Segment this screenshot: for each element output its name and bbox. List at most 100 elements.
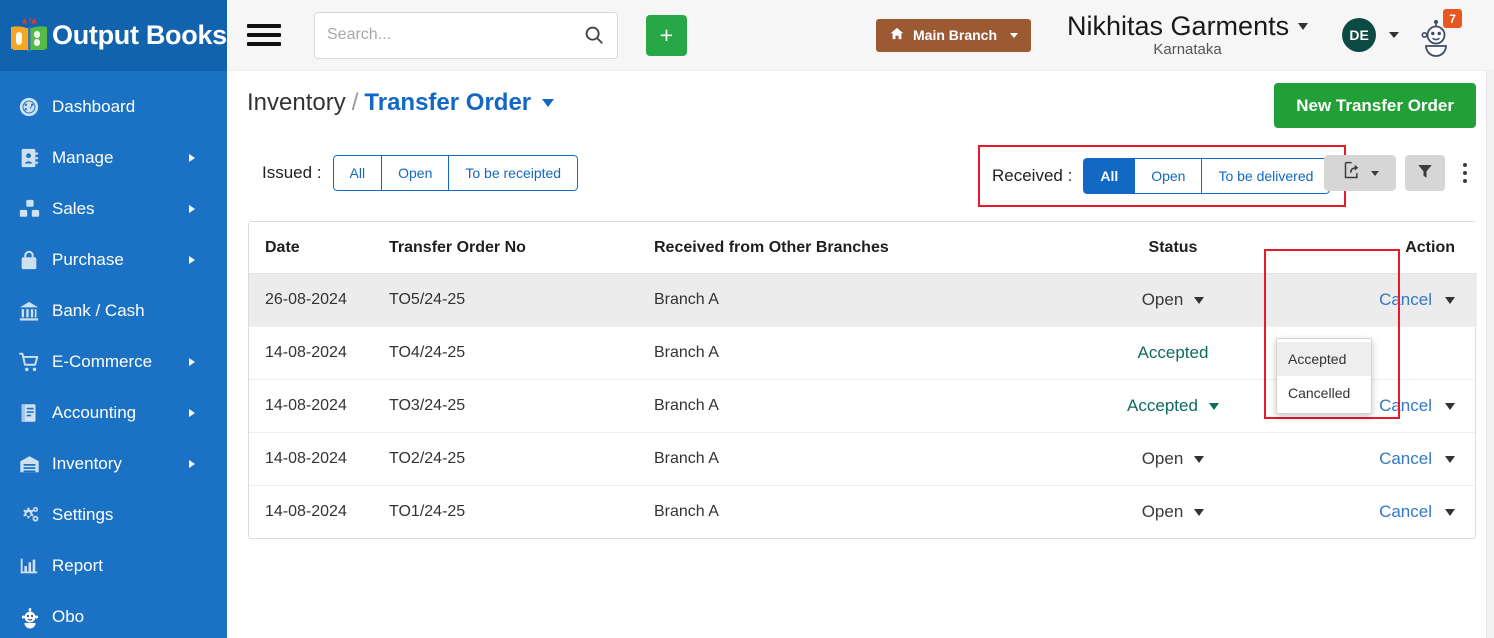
action-dropdown-toggle[interactable]	[1445, 455, 1455, 463]
cell-status: Accepted	[1064, 326, 1282, 380]
cell-order-no: TO5/24-25	[389, 273, 654, 327]
cancel-link[interactable]: Cancel	[1379, 449, 1432, 469]
hamburger-icon[interactable]	[247, 24, 281, 46]
avatar[interactable]: DE	[1342, 18, 1377, 52]
status-option-accepted[interactable]: Accepted	[1277, 342, 1371, 376]
cancel-link[interactable]: Cancel	[1379, 502, 1432, 522]
table-row[interactable]: 14-08-2024 TO2/24-25 Branch A Open Cance…	[249, 432, 1477, 486]
status-value: Accepted	[1127, 396, 1198, 415]
issued-filter-open[interactable]: Open	[381, 155, 449, 191]
sidebar-item-obo[interactable]: Obo	[0, 591, 227, 638]
brand-header[interactable]: Output Books	[0, 0, 227, 71]
status-dropdown-toggle[interactable]	[1194, 296, 1205, 304]
status-option-cancelled[interactable]: Cancelled	[1277, 376, 1371, 410]
sidebar-item-dashboard[interactable]: Dashboard	[0, 81, 227, 132]
branch-selector-button[interactable]: Main Branch	[876, 18, 1032, 52]
chevron-right-icon	[189, 357, 195, 366]
breadcrumb-parent[interactable]: Inventory	[247, 89, 346, 117]
table-row[interactable]: 26-08-2024 TO5/24-25 Branch A Open Cance…	[249, 273, 1477, 327]
filters-bar: Issued : All Open To be receipted Receiv…	[247, 145, 1476, 207]
sidebar-item-label: E-Commerce	[52, 351, 153, 371]
topbar: + Main Branch Nikhitas Garments Karnatak…	[227, 0, 1494, 71]
search-box[interactable]	[314, 11, 618, 59]
sidebar-item-report[interactable]: Report	[0, 540, 227, 591]
issued-filter-all[interactable]: All	[332, 155, 382, 191]
brand-title: Output Books	[52, 20, 227, 50]
cancel-link[interactable]: Cancel	[1379, 290, 1432, 310]
chevron-down-icon[interactable]	[1389, 32, 1400, 38]
open-book-logo-icon	[10, 16, 50, 55]
dashboard-icon	[18, 96, 52, 118]
column-header-status: Status	[1064, 222, 1282, 274]
boxes-icon	[18, 198, 52, 220]
status-dropdown-toggle[interactable]	[1194, 455, 1205, 463]
branch-label: Main Branch	[913, 27, 998, 43]
page-scrollbar[interactable]	[1486, 71, 1494, 638]
search-icon[interactable]	[583, 24, 605, 46]
chevron-down-icon[interactable]	[542, 99, 555, 107]
column-header-branch: Received from Other Branches	[654, 222, 1064, 274]
received-filter-to-be-delivered[interactable]: To be delivered	[1201, 158, 1331, 194]
chevron-down-icon	[1010, 32, 1019, 38]
table-tools	[1324, 155, 1476, 191]
chevron-right-icon	[189, 459, 195, 468]
cell-order-no: TO4/24-25	[389, 326, 654, 380]
action-dropdown-toggle[interactable]	[1445, 296, 1455, 304]
funnel-icon	[1416, 162, 1434, 185]
sidebar-item-manage[interactable]: Manage	[0, 132, 227, 183]
company-state: Karnataka	[1153, 40, 1222, 58]
chevron-down-icon[interactable]	[1298, 23, 1309, 31]
status-dropdown-toggle[interactable]	[1194, 508, 1205, 516]
status-dropdown-menu[interactable]: Accepted Cancelled	[1276, 338, 1372, 414]
chevron-right-icon	[189, 204, 195, 213]
sidebar-item-sales[interactable]: Sales	[0, 183, 227, 234]
issued-filter-group: Issued : All Open To be receipted	[262, 155, 579, 191]
sidebar-item-label: Dashboard	[52, 96, 136, 116]
table-head: Date Transfer Order No Received from Oth…	[249, 222, 1477, 274]
status-value: Open	[1141, 502, 1184, 521]
sidebar-item-purchase[interactable]: Purchase	[0, 234, 227, 285]
assistant-bot-button[interactable]: 7	[1416, 9, 1463, 57]
bank-icon	[18, 300, 52, 322]
status-dropdown-toggle[interactable]	[1208, 402, 1219, 410]
sidebar-item-bank-cash[interactable]: Bank / Cash	[0, 285, 227, 336]
chevron-right-icon	[189, 408, 195, 417]
company-name: Nikhitas Garments	[1067, 11, 1290, 42]
received-filter-annotation-box: Received : All Open To be delivered	[978, 145, 1347, 207]
cart-icon	[18, 351, 52, 373]
notification-badge: 7	[1443, 9, 1463, 28]
action-dropdown-toggle[interactable]	[1445, 508, 1455, 516]
cell-action: Cancel	[1282, 432, 1477, 486]
column-header-order-no: Transfer Order No	[389, 222, 654, 274]
new-transfer-order-button[interactable]: New Transfer Order	[1274, 83, 1476, 128]
action-dropdown-toggle[interactable]	[1445, 402, 1455, 410]
issued-filter-to-be-receipted[interactable]: To be receipted	[448, 155, 579, 191]
page-content: Inventory / Transfer Order New Transfer …	[227, 71, 1494, 539]
company-selector[interactable]: Nikhitas Garments Karnataka	[1067, 11, 1309, 58]
sidebar-item-label: Inventory	[52, 453, 122, 473]
book-icon	[18, 402, 52, 424]
add-new-button[interactable]: +	[646, 14, 687, 56]
sidebar-item-label: Accounting	[52, 402, 137, 422]
sidebar-item-accounting[interactable]: Accounting	[0, 387, 227, 438]
cell-branch: Branch A	[654, 273, 1064, 327]
table-row[interactable]: 14-08-2024 TO1/24-25 Branch A Open Cance…	[249, 486, 1477, 539]
sidebar-item-ecommerce[interactable]: E-Commerce	[0, 336, 227, 387]
sidebar-item-inventory[interactable]: Inventory	[0, 438, 227, 489]
kebab-menu-icon[interactable]	[1454, 155, 1476, 191]
received-filter-open[interactable]: Open	[1134, 158, 1202, 194]
filter-button[interactable]	[1405, 155, 1445, 191]
cancel-link[interactable]: Cancel	[1379, 396, 1432, 416]
sidebar-item-label: Obo	[52, 606, 85, 626]
chevron-right-icon	[189, 153, 195, 162]
sidebar-item-settings[interactable]: Settings	[0, 489, 227, 540]
cell-status: Open	[1064, 432, 1282, 486]
received-filter-group: Received : All Open To be delivered	[992, 158, 1331, 194]
received-filter-all[interactable]: All	[1083, 158, 1135, 194]
cell-order-no: TO3/24-25	[389, 379, 654, 433]
gears-icon	[18, 504, 52, 526]
export-button[interactable]	[1324, 155, 1396, 191]
status-value: Open	[1141, 290, 1184, 309]
breadcrumb-current: Transfer Order	[364, 89, 532, 116]
search-input[interactable]	[327, 26, 583, 44]
